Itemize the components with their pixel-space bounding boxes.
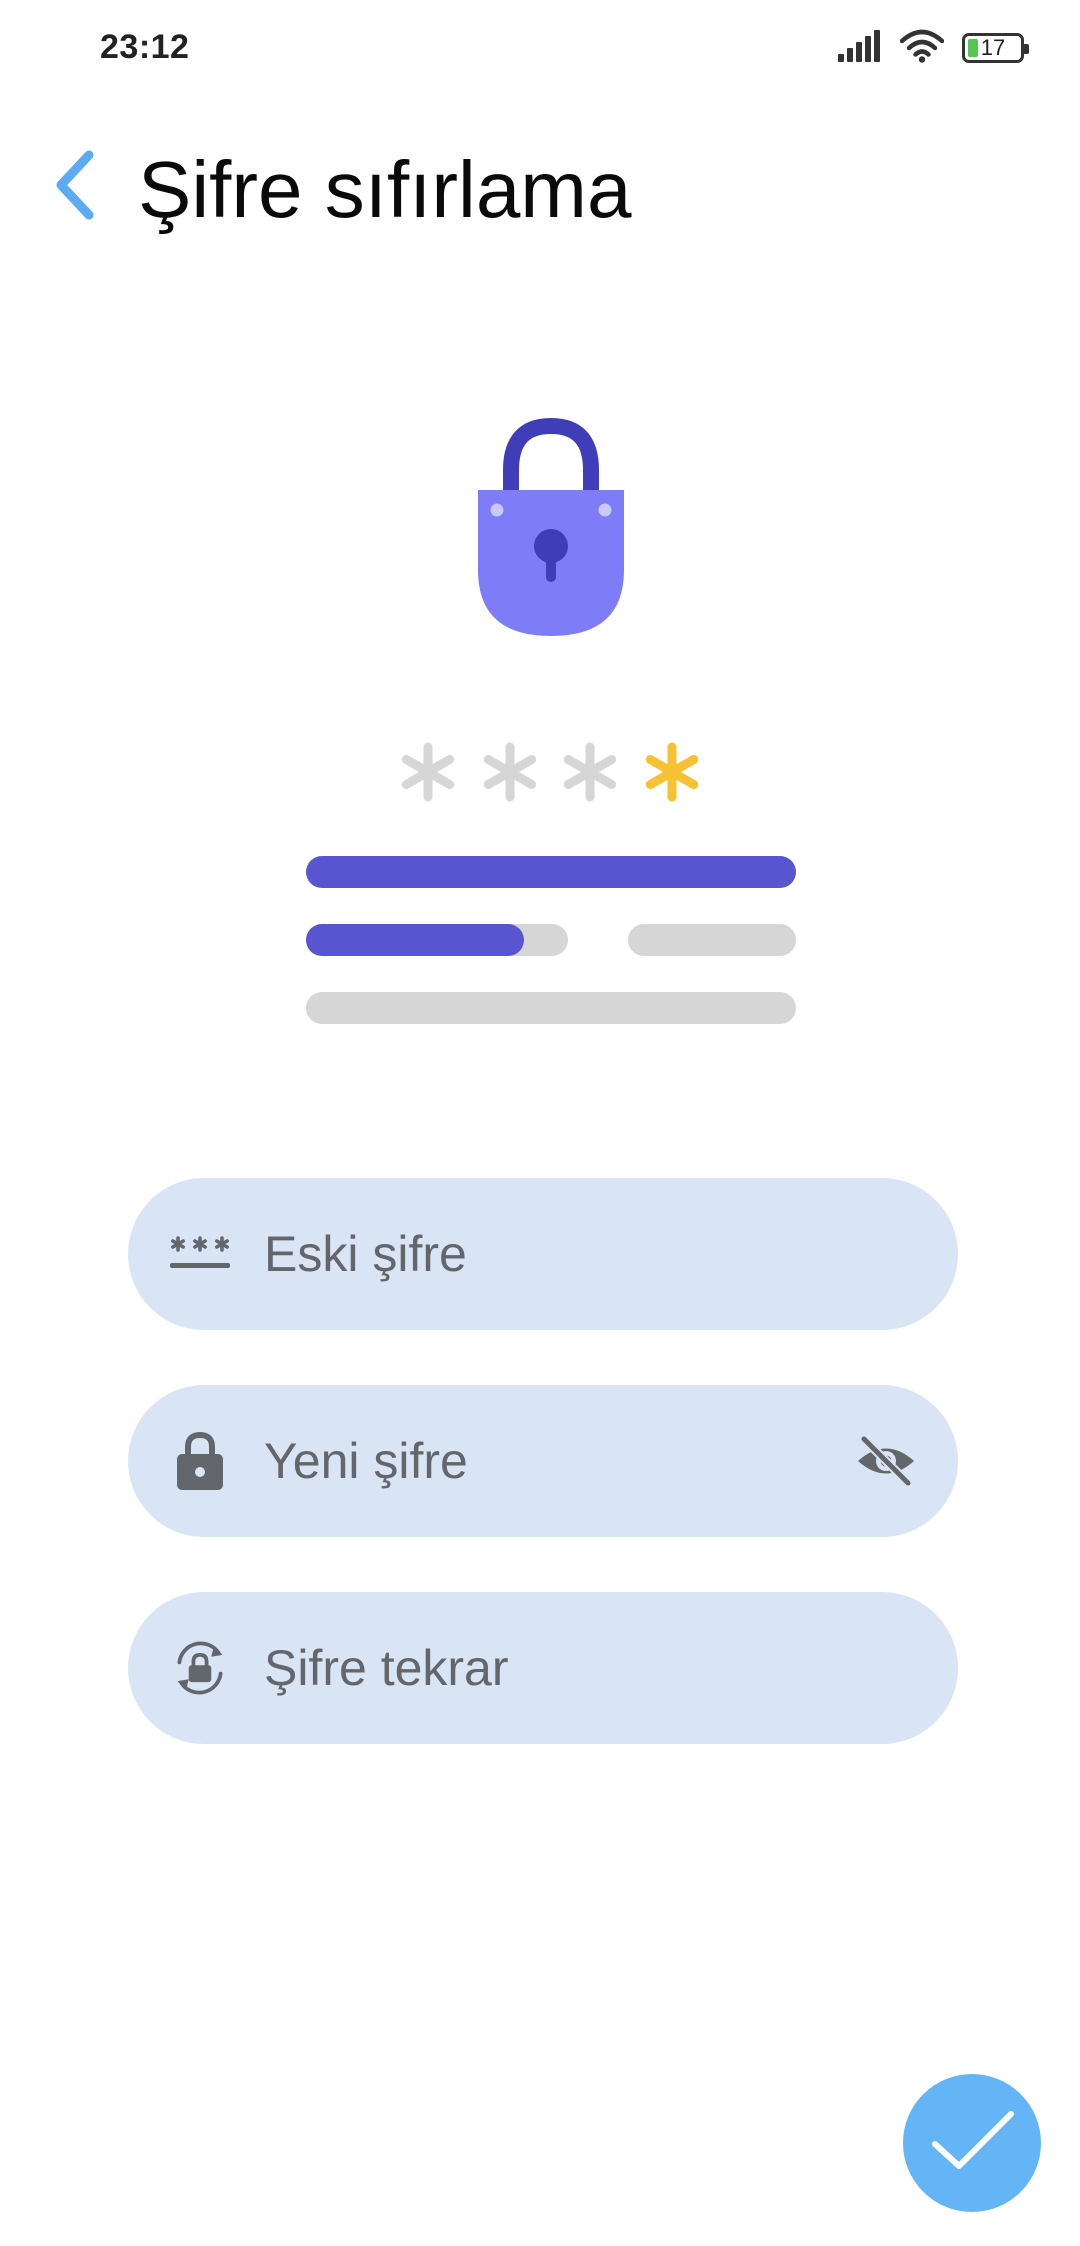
lock-icon <box>170 1431 230 1491</box>
new-password-input[interactable] <box>264 1385 824 1537</box>
header: Şifre sıfırlama <box>0 120 1080 260</box>
padlock-icon <box>478 417 624 636</box>
back-button[interactable] <box>30 142 120 232</box>
page-title: Şifre sıfırlama <box>138 145 632 234</box>
password-dots-icon <box>170 1224 230 1284</box>
wifi-icon <box>899 29 945 68</box>
battery-icon: 17 <box>962 33 1029 63</box>
lock-reset-icon <box>170 1638 230 1698</box>
status-bar: 23:12 17 <box>0 0 1080 96</box>
old-password-field[interactable] <box>128 1178 958 1330</box>
old-password-input[interactable] <box>264 1178 824 1330</box>
status-icons: 17 <box>838 28 1029 68</box>
new-password-field[interactable] <box>128 1385 958 1537</box>
password-mask-stars <box>401 742 699 802</box>
repeat-password-field[interactable] <box>128 1592 958 1744</box>
repeat-password-input[interactable] <box>264 1592 824 1744</box>
mask-star <box>483 742 537 802</box>
confirm-button[interactable] <box>903 2074 1041 2212</box>
chevron-left-icon <box>45 145 105 230</box>
signal-icon <box>838 29 882 67</box>
mask-star-highlight <box>645 742 699 802</box>
status-time: 23:12 <box>100 28 190 66</box>
checkmark-icon <box>927 2106 1017 2181</box>
eye-off-icon[interactable] <box>854 1431 918 1491</box>
mask-star <box>563 742 617 802</box>
password-illustration <box>0 400 1080 1050</box>
mask-star <box>401 742 455 802</box>
battery-level: 17 <box>980 35 1006 60</box>
progress-bars <box>306 856 796 1024</box>
